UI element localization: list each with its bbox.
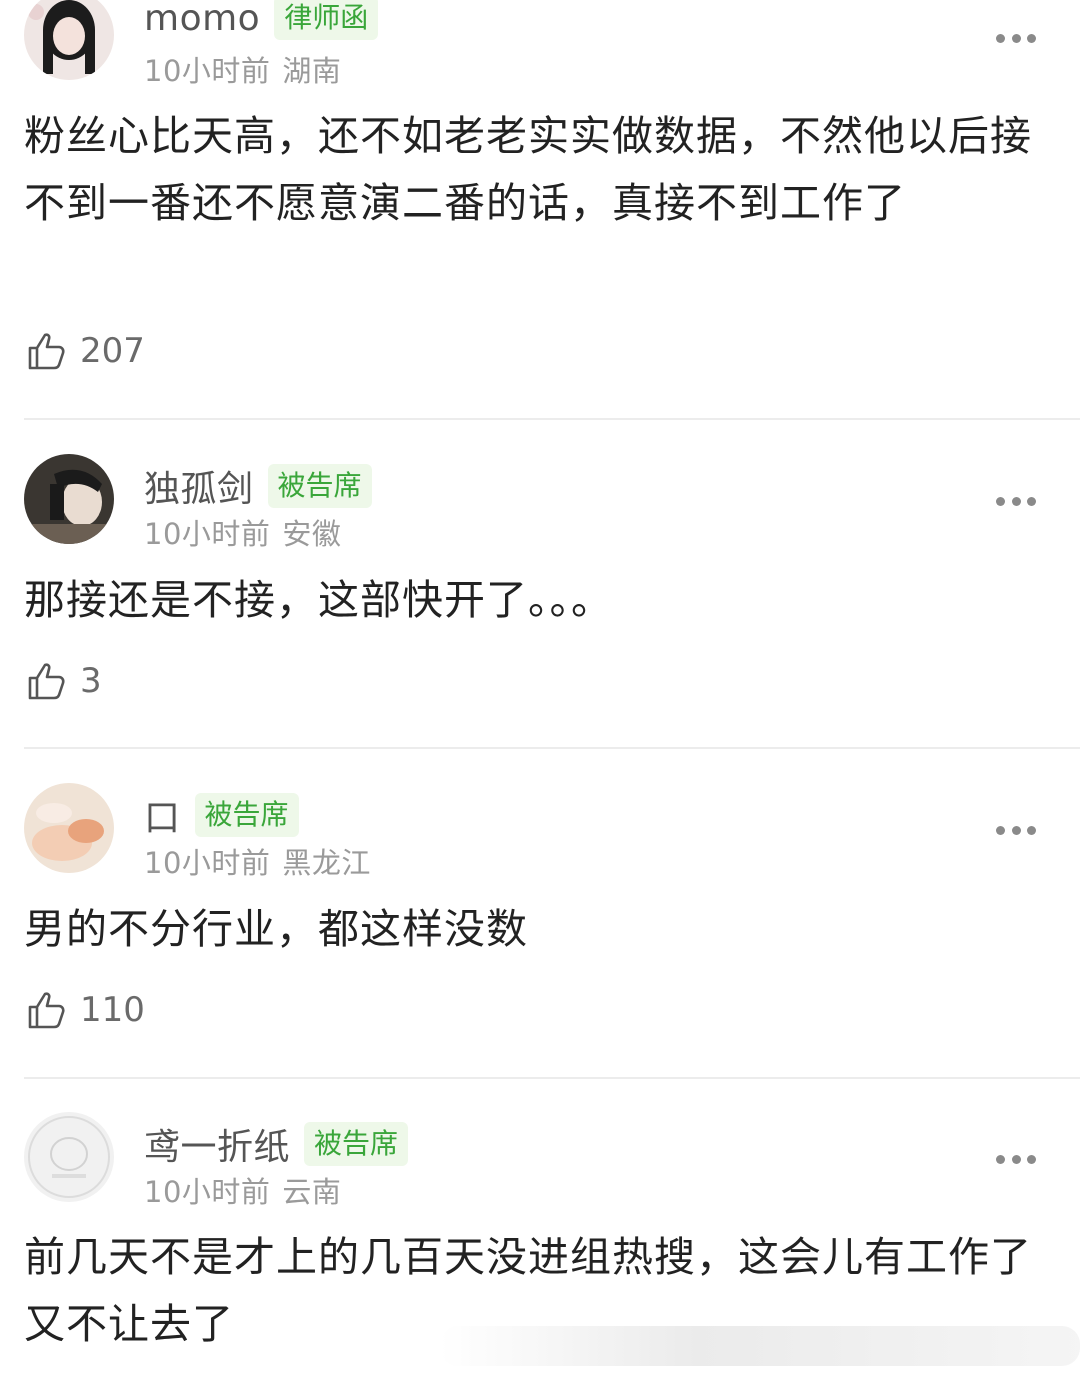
comment-location: 湖南 xyxy=(282,54,342,88)
avatar[interactable] xyxy=(24,1112,114,1202)
comment-location: 黑龙江 xyxy=(282,846,371,880)
like-count: 207 xyxy=(80,331,145,371)
username[interactable]: 独孤剑 xyxy=(144,460,254,512)
avatar[interactable] xyxy=(24,783,114,873)
more-options-icon[interactable] xyxy=(996,495,1036,507)
more-options-icon[interactable] xyxy=(996,1153,1036,1165)
username[interactable]: momo xyxy=(144,0,260,39)
comment-location: 云南 xyxy=(282,1175,342,1209)
user-tag: 被告席 xyxy=(304,1122,409,1166)
comment-meta: 10小时前 安徽 xyxy=(144,511,341,553)
username[interactable]: 鸢一折纸 xyxy=(144,1118,290,1170)
like-button[interactable]: 3 xyxy=(26,660,102,702)
thumbs-up-icon xyxy=(28,663,65,700)
more-options-icon[interactable] xyxy=(996,824,1036,836)
thumbs-up-icon xyxy=(28,333,65,370)
avatar[interactable] xyxy=(24,454,114,544)
avatar[interactable] xyxy=(24,0,114,80)
user-tag: 被告席 xyxy=(194,793,299,837)
comment-text: 男的不分行业，都这样没数 xyxy=(24,905,528,953)
thumbs-up-icon xyxy=(28,992,65,1029)
comment-meta: 10小时前 云南 xyxy=(144,1169,341,1211)
like-button[interactable]: 207 xyxy=(26,330,145,372)
comment-meta: 10小时前 黑龙江 xyxy=(144,840,371,882)
comment-meta: 10小时前 湖南 xyxy=(144,48,341,90)
comment-location: 安徽 xyxy=(282,517,342,551)
like-button[interactable]: 110 xyxy=(26,989,145,1031)
comment-text: 那接还是不接，这部快开了。。。 xyxy=(24,576,613,624)
more-options-icon[interactable] xyxy=(996,32,1036,44)
comment-time: 10小时前 xyxy=(144,1175,271,1209)
watermark xyxy=(440,1326,1080,1366)
comment-time: 10小时前 xyxy=(144,517,271,551)
divider xyxy=(24,747,1080,749)
divider xyxy=(24,418,1080,420)
like-count: 110 xyxy=(80,990,145,1030)
like-count: 3 xyxy=(80,661,102,701)
comment-text: 粉丝心比天高，还不如老老实实做数据，不然他以后接不到一番还不愿意演二番的话，真接… xyxy=(24,112,1032,227)
divider xyxy=(24,1077,1080,1079)
user-tag: 律师函 xyxy=(274,0,379,40)
comment-time: 10小时前 xyxy=(144,54,271,88)
username[interactable]: 口 xyxy=(144,789,181,841)
comment-time: 10小时前 xyxy=(144,846,271,880)
user-tag: 被告席 xyxy=(267,464,372,508)
